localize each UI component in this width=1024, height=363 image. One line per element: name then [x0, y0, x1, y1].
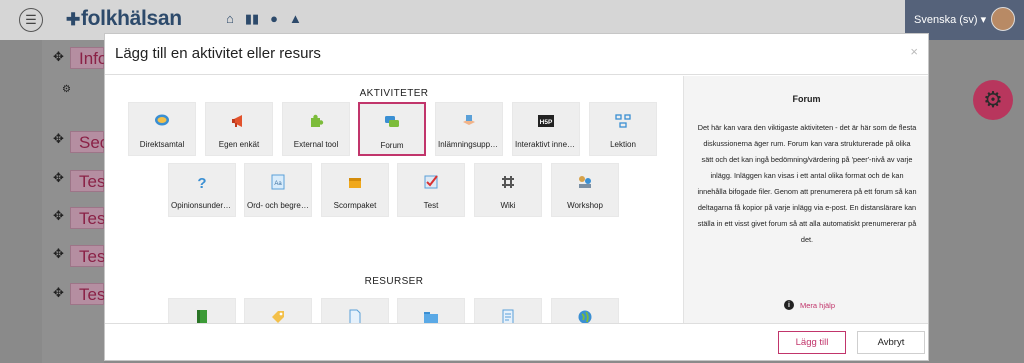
section-title[interactable]: Tes	[70, 283, 105, 305]
glossary-icon: Aa	[245, 174, 311, 190]
forum-icon	[360, 114, 424, 130]
activities-heading: AKTIVITETER	[359, 88, 429, 99]
section-title[interactable]: Tes	[70, 170, 105, 192]
module-tile-h5p[interactable]: H5P Interaktivt innehåll	[512, 102, 580, 156]
dialog-header: Lägg till en aktivitet eller resurs ×	[105, 34, 928, 75]
svg-text:Aa: Aa	[274, 181, 282, 187]
module-tile-label: Wiki	[500, 201, 516, 210]
module-tile-label: Scormpaket	[333, 201, 377, 210]
tag-icon	[245, 309, 311, 323]
module-tile-label: Ord- och begreppslista	[247, 201, 309, 210]
move-icon[interactable]: ✥	[53, 285, 64, 301]
module-tile-tag[interactable]: Etikett	[244, 298, 312, 323]
help-text: Det här kan vara den viktigaste aktivite…	[697, 123, 917, 244]
question-icon: ?	[169, 174, 235, 190]
cancel-button[interactable]: Avbryt	[857, 331, 925, 354]
assignment-icon	[436, 113, 502, 129]
module-tile-label: Lektion	[610, 140, 636, 149]
module-tile-megaphone[interactable]: Egen enkät	[205, 102, 273, 156]
dialog-title: Lägg till en aktivitet eller resurs	[115, 45, 321, 62]
module-tile-lesson[interactable]: Lektion	[589, 102, 657, 156]
module-tile-chat[interactable]: Direktsamtal	[128, 102, 196, 156]
page-icon	[475, 309, 541, 323]
cross-logo-icon: ✚	[66, 10, 80, 29]
megaphone-icon	[206, 113, 272, 129]
module-tile-assignment[interactable]: Inlämningsuppgift	[435, 102, 503, 156]
module-tile-forum[interactable]: Forum	[358, 102, 426, 156]
chooser-options[interactable]: AKTIVITETER RESURSER Direktsamtal Egen en…	[105, 76, 683, 323]
resources-heading: RESURSER	[364, 276, 424, 287]
module-tile-workshop[interactable]: Workshop	[551, 163, 619, 217]
module-tile-url[interactable]: URL	[551, 298, 619, 323]
module-tile-label: Opinionsundersökning	[171, 201, 233, 210]
quiz-icon	[398, 174, 464, 190]
bell-icon[interactable]: ▲	[289, 11, 302, 27]
module-tile-question[interactable]: ? Opinionsundersökning	[168, 163, 236, 217]
folder-icon	[398, 309, 464, 323]
move-icon[interactable]: ✥	[53, 170, 64, 186]
settings-gear-button[interactable]: ⚙	[973, 80, 1013, 120]
book-open-icon[interactable]: ▮▮	[245, 11, 259, 27]
puzzle-icon	[283, 113, 349, 129]
section-title[interactable]: Sec	[70, 131, 108, 153]
info-icon: i	[784, 300, 794, 310]
chat-bubble-icon[interactable]: ●	[270, 11, 278, 27]
section-title[interactable]: Tes	[70, 245, 105, 267]
move-icon[interactable]: ✥	[53, 208, 64, 224]
gear-icon[interactable]: ⚙	[62, 84, 71, 95]
module-tile-label: Inlämningsuppgift	[438, 140, 500, 149]
language-selector[interactable]: Svenska (sv) ▾	[914, 13, 986, 26]
module-tile-page[interactable]: Sida	[474, 298, 542, 323]
module-tile-book[interactable]: Bok	[168, 298, 236, 323]
gear-icon: ⚙	[983, 87, 1003, 112]
book-icon	[169, 309, 235, 323]
brand-logo[interactable]: ✚folkhälsan	[66, 7, 182, 31]
help-panel: Forum Det här kan vara den viktigaste ak…	[683, 76, 928, 323]
url-icon	[552, 309, 618, 323]
file-icon	[322, 309, 388, 323]
close-icon[interactable]: ×	[910, 44, 918, 59]
avatar[interactable]	[991, 7, 1015, 31]
module-tile-wiki[interactable]: Wiki	[474, 163, 542, 217]
move-icon[interactable]: ✥	[53, 131, 64, 147]
module-tile-quiz[interactable]: Test	[397, 163, 465, 217]
module-tile-glossary[interactable]: Aa Ord- och begreppslista	[244, 163, 312, 217]
lesson-icon	[590, 113, 656, 129]
more-help-link[interactable]: i Mera hjälp	[784, 300, 835, 310]
section-title[interactable]: Info	[70, 47, 107, 69]
add-button[interactable]: Lägg till	[778, 331, 846, 354]
svg-text:H5P: H5P	[540, 119, 553, 126]
dialog-body: AKTIVITETER RESURSER Direktsamtal Egen en…	[105, 76, 928, 323]
module-tile-label: Interaktivt innehåll	[515, 140, 577, 149]
home-icon[interactable]: ⌂	[226, 11, 234, 27]
add-activity-dialog: Lägg till en aktivitet eller resurs × AK…	[104, 33, 929, 361]
menu-toggle-icon[interactable]: ☰	[19, 8, 43, 32]
course-content-column	[42, 40, 104, 363]
help-title: Forum	[792, 94, 821, 104]
move-icon[interactable]: ✥	[53, 246, 64, 262]
module-tile-puzzle[interactable]: External tool	[282, 102, 350, 156]
module-tile-label: Workshop	[567, 201, 603, 210]
wiki-icon	[475, 174, 541, 190]
workshop-icon	[552, 174, 618, 190]
module-tile-label: Forum	[380, 141, 404, 150]
svg-text:?: ?	[197, 175, 206, 190]
package-icon	[322, 174, 388, 190]
module-tile-label: Direktsamtal	[139, 140, 185, 149]
module-tile-file[interactable]: Fil	[321, 298, 389, 323]
module-tile-label: Egen enkät	[218, 140, 260, 149]
section-title[interactable]: Tes	[70, 207, 105, 229]
more-help-label: Mera hjälp	[800, 300, 836, 310]
h5p-icon: H5P	[513, 113, 579, 129]
module-tile-folder[interactable]: Mapp	[397, 298, 465, 323]
dialog-footer: Lägg till Avbryt	[105, 323, 928, 360]
module-tile-package[interactable]: Scormpaket	[321, 163, 389, 217]
move-icon[interactable]: ✥	[53, 49, 64, 65]
nav-icons: ⌂ ▮▮ ● ▲	[226, 11, 302, 27]
module-tile-label: External tool	[293, 140, 339, 149]
chat-icon	[129, 113, 195, 129]
module-tile-label: Test	[423, 201, 439, 210]
